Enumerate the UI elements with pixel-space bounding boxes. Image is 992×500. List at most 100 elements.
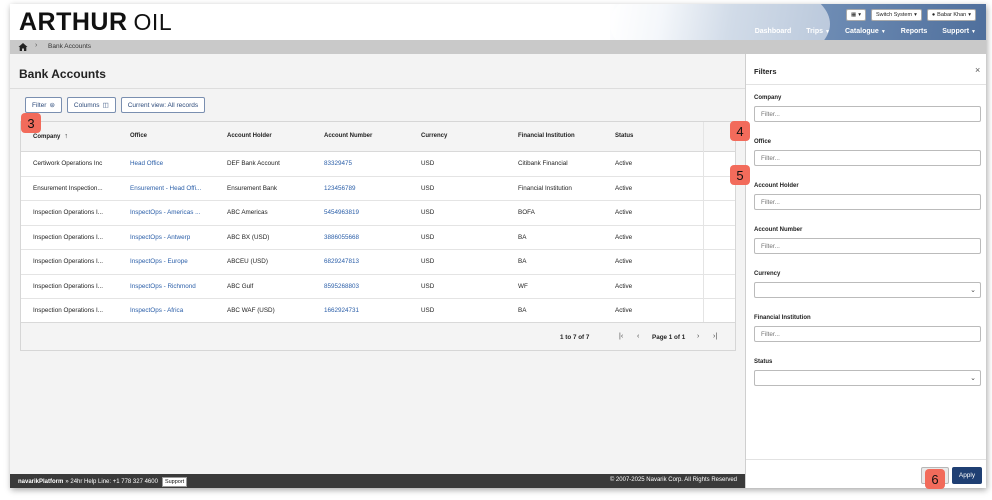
first-page-icon[interactable]: |‹ <box>619 333 623 340</box>
nav-label: Trips <box>806 28 824 35</box>
cell-office-link[interactable]: InspectOps - Africa <box>130 307 224 314</box>
column-header-status[interactable]: Status <box>615 133 633 139</box>
table-row[interactable]: Certiwork Operations Inc Head Office DEF… <box>21 152 735 177</box>
table-row[interactable]: Inspection Operations I... InspectOps - … <box>21 299 735 324</box>
account-number-filter-input[interactable] <box>754 238 981 254</box>
nav-catalogue[interactable]: Catalogue ▼ <box>845 28 886 35</box>
cell-account-holder: ABC Americas <box>227 209 268 216</box>
chevron-down-icon: ▼ <box>880 29 886 35</box>
filter-label-status: Status <box>754 359 773 365</box>
nav-support[interactable]: Support ▼ <box>942 28 976 35</box>
nav-reports[interactable]: Reports <box>901 28 927 35</box>
column-header-account-number[interactable]: Account Number <box>324 133 372 139</box>
divider <box>10 88 745 89</box>
cell-account-number-link[interactable]: 5454963819 <box>324 209 418 216</box>
filter-button[interactable]: Filter ⊜ <box>25 97 62 113</box>
cell-company: Inspection Operations I... <box>33 233 104 241</box>
column-header-account-holder[interactable]: Account Holder <box>227 133 272 139</box>
user-menu-button[interactable]: ● Babar Khan ▾ <box>926 9 976 21</box>
table-row[interactable]: Inspection Operations I... InspectOps - … <box>21 225 735 250</box>
cell-currency: USD <box>421 209 435 216</box>
cell-account-number-link[interactable]: 123456789 <box>324 185 418 192</box>
cell-office-link[interactable]: InspectOps - Europe <box>130 258 224 265</box>
column-header-label: Company <box>33 134 61 140</box>
filter-label-office: Office <box>754 139 772 145</box>
next-page-icon[interactable]: › <box>697 333 699 340</box>
column-header-label: Office <box>130 133 148 139</box>
cell-account-holder: DEF Bank Account <box>227 160 280 167</box>
sort-ascending-icon[interactable]: ↑ <box>64 133 68 140</box>
header: ARTHUR OIL ▦ ▾ Switch System ▾ ● Babar Kh… <box>10 4 986 74</box>
cell-account-number-link[interactable]: 3886055668 <box>324 234 418 241</box>
breadcrumb-current: Bank Accounts <box>48 43 91 50</box>
currency-filter-select[interactable]: ⌄ <box>754 282 981 298</box>
pagination-page: Page 1 of 1 <box>652 334 686 341</box>
table-row[interactable]: Inspection Operations I... InspectOps - … <box>21 201 735 226</box>
cell-status: Active <box>615 184 633 192</box>
cell-office-link[interactable]: Head Office <box>130 160 224 167</box>
support-button[interactable]: Support <box>161 477 188 487</box>
chevron-down-icon: ▾ <box>914 12 917 18</box>
cell-financial-institution: BA <box>518 258 527 265</box>
apply-button[interactable]: Apply <box>952 467 982 484</box>
cell-office-link[interactable]: InspectOps - Richmond <box>130 283 224 290</box>
column-header-financial-institution[interactable]: Financial Institution <box>518 133 575 139</box>
footer-brand: navarikPlatform <box>18 479 64 485</box>
cell-account-number-link[interactable]: 6829247813 <box>324 258 418 265</box>
cell-currency: USD <box>421 258 435 265</box>
financial-institution-filter-input[interactable] <box>754 326 981 342</box>
pagination: 1 to 7 of 7 |‹ ‹ Page 1 of 1 › ›| <box>21 322 735 350</box>
logo[interactable]: ARTHUR OIL <box>19 8 172 37</box>
system-switch-dropdown[interactable]: ▦ ▾ <box>846 9 866 21</box>
filter-label: Filter <box>32 101 47 109</box>
switch-system-label: Switch System <box>876 12 913 18</box>
home-icon[interactable] <box>18 42 28 52</box>
current-view-button[interactable]: Current view: All records <box>120 97 206 113</box>
logo-name-bold: ARTHUR <box>19 8 128 36</box>
company-filter-input[interactable] <box>754 106 981 122</box>
cell-account-holder: ABC WAF (USD) <box>227 307 275 314</box>
cell-account-holder: ABCEU (USD) <box>227 258 268 265</box>
chevron-right-icon: › <box>35 42 38 49</box>
chevron-down-icon: ▾ <box>858 12 861 18</box>
footer-left: navarikPlatform » 24hr Help Line: +1 778… <box>18 477 188 487</box>
cell-status: Active <box>615 160 633 167</box>
cell-office-link[interactable]: Ensurement - Head Offi... <box>130 185 224 192</box>
cell-office-link[interactable]: InspectOps - Antwerp <box>130 234 224 241</box>
cell-financial-institution: Financial Institution <box>518 184 572 192</box>
status-filter-select[interactable]: ⌄ <box>754 370 981 386</box>
column-header-company[interactable]: Company ↑ <box>33 133 68 140</box>
last-page-icon[interactable]: ›| <box>713 333 717 340</box>
column-header-office[interactable]: Office <box>130 133 147 139</box>
columns-button[interactable]: Columns ◫ <box>66 97 116 113</box>
cell-currency: USD <box>421 233 435 241</box>
close-icon[interactable]: × <box>975 65 980 75</box>
cell-status: Active <box>615 282 633 290</box>
previous-page-icon[interactable]: ‹ <box>637 333 639 340</box>
footer-helpline: » 24hr Help Line: +1 778 327 4600 <box>65 479 158 485</box>
filter-icon: ⊜ <box>49 102 55 109</box>
app-window: ARTHUR OIL ▦ ▾ Switch System ▾ ● Babar Kh… <box>10 4 986 488</box>
cell-account-number-link[interactable]: 83329475 <box>324 160 418 167</box>
filters-title: Filters <box>754 67 777 76</box>
nav-trips[interactable]: Trips ▼ <box>806 28 830 35</box>
switch-system-button[interactable]: Switch System ▾ <box>871 9 922 21</box>
table-row[interactable]: Ensurement Inspection... Ensurement - He… <box>21 176 735 201</box>
page-title: Bank Accounts <box>19 67 106 81</box>
cell-account-number-link[interactable]: 8595268803 <box>324 283 418 290</box>
column-header-label: Financial Institution <box>518 133 575 139</box>
column-header-currency[interactable]: Currency <box>421 133 447 139</box>
nav-dashboard[interactable]: Dashboard <box>755 28 792 35</box>
footer-copyright: © 2007-2025 Navarik Corp. All Rights Res… <box>609 477 737 483</box>
cell-office-link[interactable]: InspectOps - Americas ... <box>130 209 224 216</box>
table-row[interactable]: Inspection Operations I... InspectOps - … <box>21 250 735 275</box>
account-holder-filter-input[interactable] <box>754 194 981 210</box>
office-filter-input[interactable] <box>754 150 981 166</box>
cell-currency: USD <box>421 282 435 290</box>
user-icon: ● <box>931 12 936 18</box>
cell-account-number-link[interactable]: 1662924731 <box>324 307 418 314</box>
nav-label: Catalogue <box>844 28 879 35</box>
column-header-label: Status <box>615 133 634 139</box>
column-header-label: Account Number <box>324 133 373 139</box>
table-row[interactable]: Inspection Operations I... InspectOps - … <box>21 274 735 299</box>
